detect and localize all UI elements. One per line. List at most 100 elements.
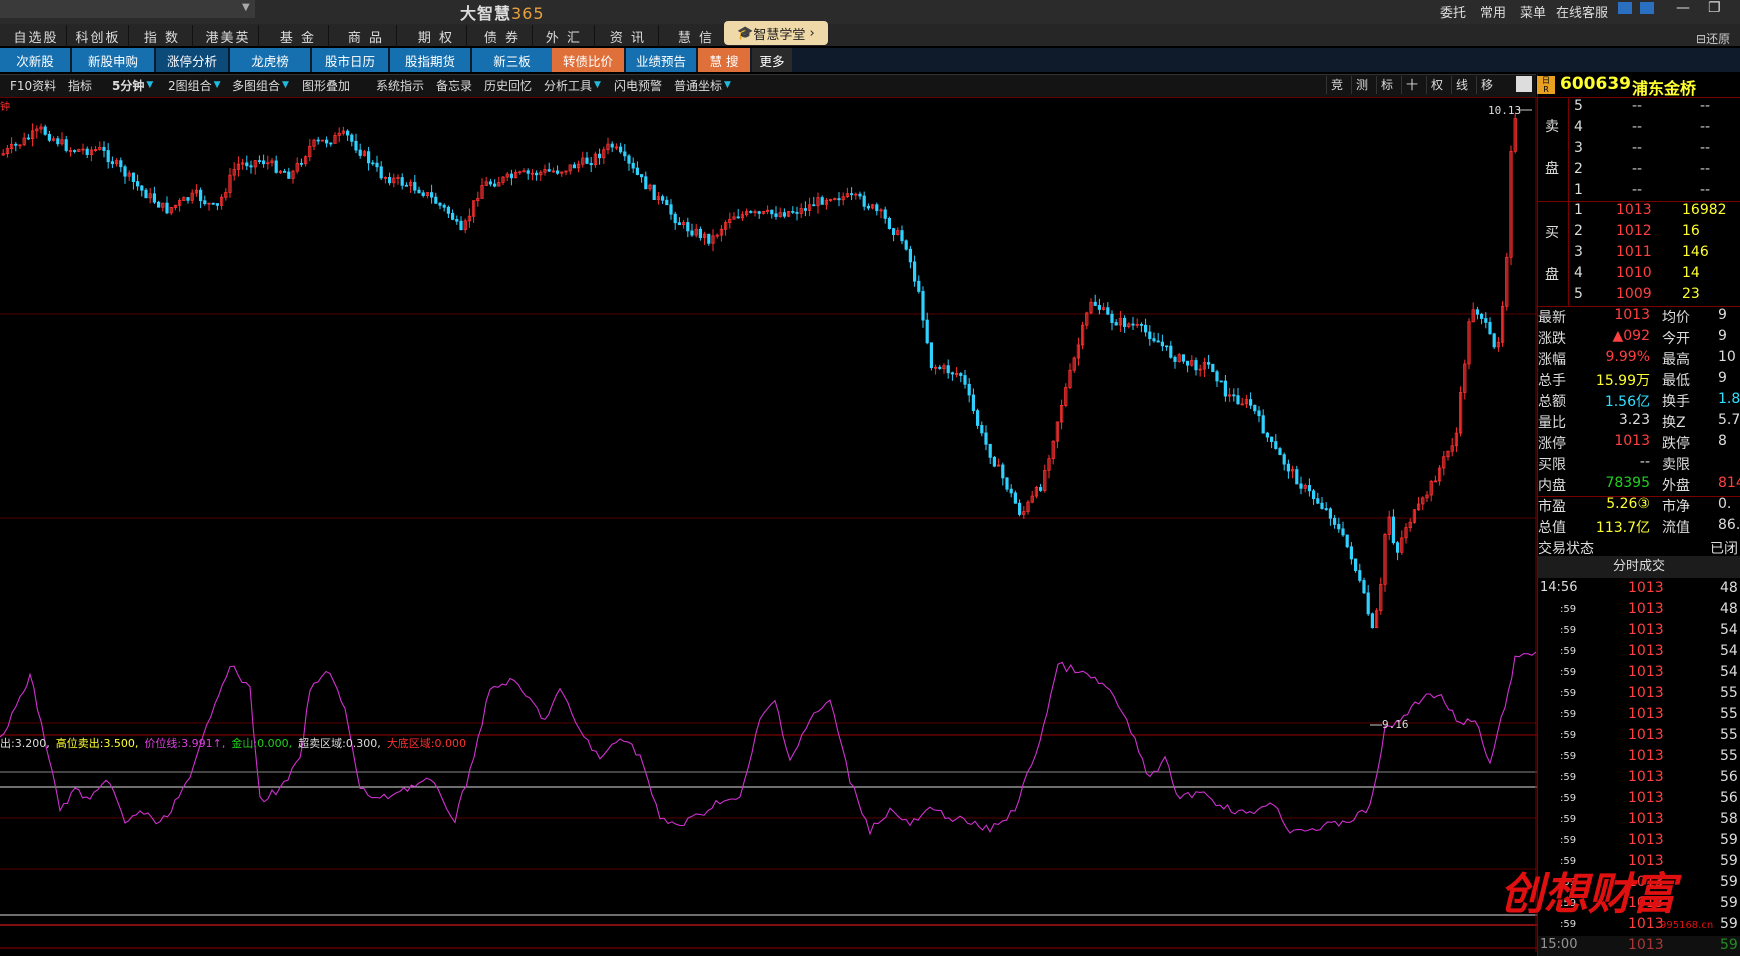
tab-item[interactable]: 龙虎榜 <box>230 48 310 72</box>
top-nav-item[interactable]: 港美英 <box>198 25 259 47</box>
tab-item[interactable]: 业绩预告 <box>626 48 696 72</box>
dropdown-arrow-icon[interactable]: ▼ <box>242 2 250 13</box>
tab-item[interactable]: 股市日历 <box>312 48 388 72</box>
top-nav-item[interactable]: 期 权 <box>406 25 467 47</box>
candle-body <box>547 169 551 172</box>
quote-label: 换Z <box>1662 415 1686 431</box>
expand-icon[interactable] <box>1516 76 1532 92</box>
quote-label: 量比 <box>1538 415 1566 431</box>
quote-label: 内盘 <box>1538 478 1566 494</box>
top-nav-item[interactable]: 基 金 <box>268 25 329 47</box>
candle-body <box>921 290 925 321</box>
top-nav-item[interactable]: 自选股 <box>6 25 67 47</box>
candle-body <box>1249 399 1253 406</box>
menu-kefu[interactable]: 在线客服 <box>1556 2 1608 21</box>
candle-body <box>1391 516 1395 544</box>
toolbar-item[interactable]: 闪电预警 <box>614 76 662 94</box>
toolbar-item[interactable]: 普通坐标 ▼ <box>674 76 731 94</box>
quote-value: 8 <box>1718 433 1727 449</box>
toolbar-item[interactable]: F10资料 <box>10 76 56 94</box>
candle-body <box>186 197 190 201</box>
window-icon-2[interactable] <box>1640 2 1654 14</box>
menu-changyong[interactable]: 常用 <box>1480 2 1506 21</box>
toolbar-label: 指标 <box>68 78 93 93</box>
tab-item[interactable]: 新股申购 <box>72 48 154 72</box>
candle-body <box>669 204 673 215</box>
candle-body <box>421 192 425 196</box>
top-nav-item[interactable]: 指 数 <box>132 25 193 47</box>
minimize-icon[interactable]: — <box>1676 0 1690 16</box>
restore-button[interactable]: ⊟还原 <box>1696 30 1730 47</box>
tab-item[interactable]: 次新股 <box>0 48 70 72</box>
candle-body <box>379 166 383 179</box>
toolbar-item[interactable]: 图形叠加 <box>302 76 350 94</box>
quote-label: 交易状态 <box>1538 541 1594 557</box>
quote-value: 3.23 <box>1618 412 1650 428</box>
chart-tool-button[interactable]: 移 <box>1476 76 1497 94</box>
toolbar-item[interactable]: 备忘录 <box>436 76 472 94</box>
toolbar-item[interactable]: 历史回忆 <box>484 76 532 94</box>
window-icon-1[interactable] <box>1618 2 1632 14</box>
sell-volume: -- <box>1700 140 1711 156</box>
restore-window-icon[interactable]: ❐ <box>1708 0 1721 16</box>
candle-body <box>837 198 841 201</box>
toolbar-item[interactable]: 2图组合 ▼ <box>168 76 221 94</box>
toolbar-item[interactable]: 分析工具 ▼ <box>544 76 601 94</box>
candle-body <box>316 139 320 142</box>
toolbar-item[interactable]: 指标 <box>68 76 92 94</box>
candle-body <box>102 146 106 151</box>
toolbar-item[interactable]: 多图组合 ▼ <box>232 76 289 94</box>
candle-body <box>1160 341 1164 347</box>
candle-body <box>1152 338 1156 342</box>
tab-item[interactable]: 慧 搜 <box>698 48 750 72</box>
indicator-value: 3.991↑, <box>181 737 226 750</box>
tab-item[interactable]: 新三板 <box>472 48 552 72</box>
toolbar-item[interactable]: 系统指示 <box>376 76 424 94</box>
candle-body <box>556 170 560 174</box>
candle-body <box>598 153 602 159</box>
toolbar-item[interactable]: 5分钟 ▼ <box>112 76 153 94</box>
level-num: 1 <box>1574 182 1583 198</box>
top-nav-item[interactable]: 商 品 <box>336 25 397 47</box>
sell-volume: -- <box>1700 182 1711 198</box>
chart-tool-button[interactable]: 竞 <box>1326 76 1347 94</box>
tab-item[interactable]: 股指期货 <box>390 48 470 72</box>
chart-tool-button[interactable]: 权 <box>1426 76 1447 94</box>
top-nav-item[interactable]: 外 汇 <box>534 25 595 47</box>
candle-body <box>1282 454 1286 465</box>
candle-body <box>850 193 854 196</box>
top-nav-item[interactable]: 资 讯 <box>598 25 659 47</box>
top-nav-item[interactable]: 科创板 <box>68 25 129 47</box>
candle-body <box>119 160 123 168</box>
tick-volume: 48 <box>1720 580 1738 596</box>
chart-tool-button[interactable]: 测 <box>1351 76 1372 94</box>
menu-weituo[interactable]: 委托 <box>1440 2 1466 21</box>
chart-tool-button[interactable]: 线 <box>1451 76 1472 94</box>
chart-tool-button[interactable]: 十 <box>1401 76 1422 94</box>
quote-value: 1013 <box>1614 433 1650 449</box>
chart-toolbar <box>0 74 1536 98</box>
top-nav-item[interactable]: 债 券 <box>472 25 533 47</box>
candle-body <box>1341 528 1345 536</box>
candle-body <box>1328 508 1332 519</box>
indicator-key: 金山: <box>231 737 258 750</box>
level-num: 3 <box>1574 244 1583 260</box>
top-nav-item[interactable]: 慧 信 <box>666 25 727 47</box>
tab-item[interactable]: 更多 <box>752 48 792 72</box>
candle-body <box>1320 502 1324 509</box>
quote-label: 今开 <box>1662 331 1690 347</box>
zhihui-xuetang-button[interactable]: 🎓 智慧学堂 › <box>724 21 828 45</box>
tick-volume: 55 <box>1720 748 1738 764</box>
candle-body <box>883 209 887 219</box>
stock-code: 600639 <box>1560 74 1631 94</box>
candle-body <box>1316 498 1320 504</box>
search-box[interactable] <box>0 0 255 18</box>
ticks-header[interactable]: 分时成交 <box>1538 556 1740 578</box>
tab-item[interactable]: 涨停分析 <box>156 48 228 72</box>
candle-body <box>1345 534 1349 548</box>
chart-tool-button[interactable]: 标 <box>1376 76 1397 94</box>
menu-caidan[interactable]: 菜单 <box>1520 2 1546 21</box>
kline-chart[interactable]: 10.13 9.16 <box>0 97 1537 952</box>
tick-time: :59 <box>1560 814 1577 825</box>
tab-item[interactable]: 转债比价 <box>552 48 624 72</box>
